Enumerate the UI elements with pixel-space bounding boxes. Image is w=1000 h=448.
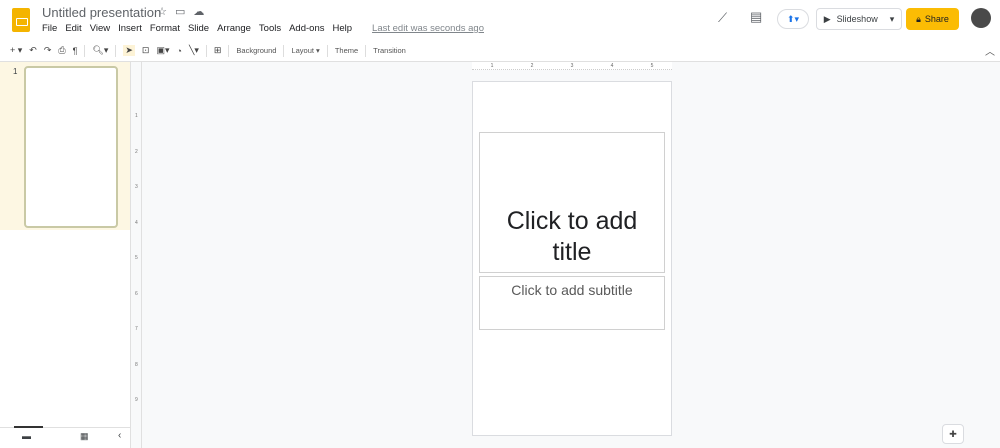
- menu-format[interactable]: Format: [150, 23, 180, 34]
- menu-view[interactable]: View: [90, 23, 110, 34]
- folder-icon[interactable]: ▭: [175, 5, 185, 18]
- lock-icon: 🔒︎: [916, 13, 921, 24]
- subtitle-text: Click to add subtitle: [511, 282, 633, 298]
- share-label: Share: [924, 14, 949, 24]
- collapse-menus-icon[interactable]: ︿: [985, 43, 995, 58]
- undo-icon[interactable]: ↶: [29, 45, 37, 56]
- shape-icon[interactable]: ◔: [177, 46, 182, 56]
- title-text: Click to add title: [506, 207, 638, 266]
- menu-edit[interactable]: Edit: [65, 23, 81, 34]
- filmstrip-view-icon[interactable]: ▬: [22, 431, 31, 441]
- menu-tools[interactable]: Tools: [259, 23, 281, 34]
- menu-insert[interactable]: Insert: [118, 23, 142, 34]
- line-icon[interactable]: ╲▾: [189, 45, 199, 56]
- menu-help[interactable]: Help: [332, 23, 352, 34]
- slideshow-button[interactable]: ▶ Slideshow ▾: [816, 8, 902, 30]
- activity-icon[interactable]: ⟋: [718, 10, 727, 26]
- move-icon[interactable]: [146, 5, 149, 18]
- last-edit-link[interactable]: Last edit was seconds ago: [372, 23, 484, 34]
- toolbar: + ▾ ↶ ↷ ⎙ ¶ 🔍︎▾ ➤ ⊡ ▣▾ ◔ ╲▾ ⊞ Background…: [10, 42, 1000, 59]
- zoom-icon[interactable]: 🔍︎▾: [92, 45, 108, 56]
- avatar[interactable]: [971, 8, 991, 28]
- redo-icon[interactable]: ↷: [44, 45, 52, 56]
- slide-thumbnail[interactable]: [24, 66, 118, 228]
- paint-format-icon[interactable]: ¶: [73, 46, 78, 56]
- present-meet-button[interactable]: ⬆▾: [777, 9, 809, 29]
- menu-addons[interactable]: Add-ons: [289, 23, 324, 34]
- horizontal-ruler: 12345: [472, 62, 672, 70]
- collapse-filmstrip-icon[interactable]: ‹: [118, 430, 121, 441]
- vertical-ruler: 1 2 3 4 5 6 7 8 9: [130, 62, 142, 448]
- comments-icon[interactable]: ▤: [750, 9, 762, 25]
- cloud-icon[interactable]: ☁: [193, 5, 204, 18]
- layout-button[interactable]: Layout ▾: [291, 46, 319, 55]
- menu-bar: File Edit View Insert Format Slide Arran…: [42, 23, 484, 34]
- theme-button[interactable]: Theme: [335, 46, 358, 55]
- play-icon: ▶: [823, 13, 831, 24]
- menu-arrange[interactable]: Arrange: [217, 23, 251, 34]
- grid-view-icon[interactable]: ▦: [80, 431, 89, 442]
- subtitle-placeholder[interactable]: Click to add subtitle: [479, 276, 665, 330]
- background-button[interactable]: Background: [236, 46, 276, 55]
- image-icon[interactable]: ▣▾: [156, 45, 169, 56]
- slide-number: 1: [13, 67, 18, 76]
- menu-file[interactable]: File: [42, 23, 57, 34]
- star-icon[interactable]: ☆: [157, 5, 167, 18]
- slideshow-dropdown-icon[interactable]: ▾: [890, 14, 895, 25]
- select-icon[interactable]: ➤: [123, 45, 135, 56]
- textbox-icon[interactable]: ⊡: [142, 45, 150, 56]
- explore-button[interactable]: ✚: [942, 424, 964, 444]
- transition-button[interactable]: Transition: [373, 46, 406, 55]
- share-button[interactable]: 🔒︎ Share: [906, 8, 959, 30]
- slides-logo[interactable]: [12, 8, 30, 32]
- document-title[interactable]: Untitled presentation: [42, 5, 161, 20]
- print-icon[interactable]: ⎙: [58, 45, 65, 56]
- new-slide-button[interactable]: + ▾: [10, 45, 22, 56]
- comment-add-icon[interactable]: ⊞: [214, 45, 222, 56]
- slideshow-label: Slideshow: [836, 14, 878, 24]
- title-placeholder[interactable]: Click to add title: [479, 132, 665, 273]
- menu-slide[interactable]: Slide: [188, 23, 209, 34]
